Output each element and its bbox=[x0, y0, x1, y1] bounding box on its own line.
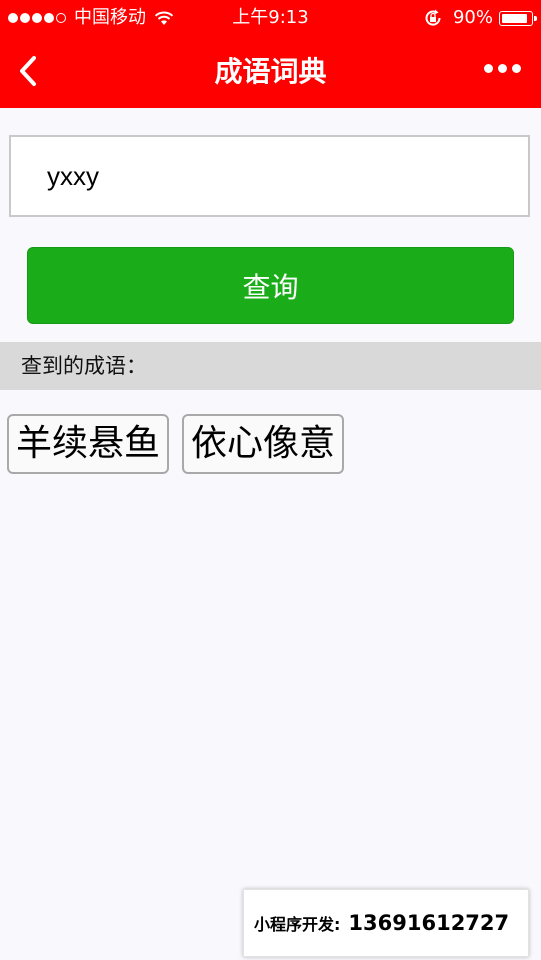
status-bar: 中国移动 上午9:13 90% bbox=[0, 0, 541, 36]
header: 中国移动 上午9:13 90% 成语词典 bbox=[0, 0, 541, 108]
idiom-chip[interactable]: 羊续悬鱼 bbox=[7, 414, 170, 474]
results-header: 查到的成语： bbox=[0, 342, 541, 390]
results-label: 查到的成语： bbox=[21, 354, 147, 378]
query-button[interactable]: 查询 bbox=[27, 247, 514, 324]
battery-level-fill bbox=[502, 13, 528, 23]
page-title: 成语词典 bbox=[214, 55, 327, 88]
contact-phone: 13691612727 bbox=[348, 911, 510, 935]
idiom-chip[interactable]: 依心像意 bbox=[182, 414, 345, 474]
search-input[interactable] bbox=[47, 137, 507, 215]
nav-bar: 成语词典 bbox=[0, 36, 541, 108]
battery-percent: 90% bbox=[452, 7, 493, 28]
developer-contact-card: 小程序开发: 13691612727 bbox=[243, 889, 529, 957]
status-bar-right: 90% bbox=[423, 0, 537, 36]
rotation-lock-icon bbox=[425, 9, 441, 26]
page: 中国移动 上午9:13 90% 成语词典 yxxy 查询 查到的成语： 羊续悬鱼… bbox=[0, 0, 541, 960]
contact-label: 小程序开发: bbox=[254, 915, 341, 934]
battery-icon bbox=[499, 10, 537, 26]
more-dots-icon[interactable] bbox=[479, 64, 521, 73]
idiom-list: 羊续悬鱼 依心像意 bbox=[7, 414, 357, 474]
search-box bbox=[9, 135, 530, 217]
